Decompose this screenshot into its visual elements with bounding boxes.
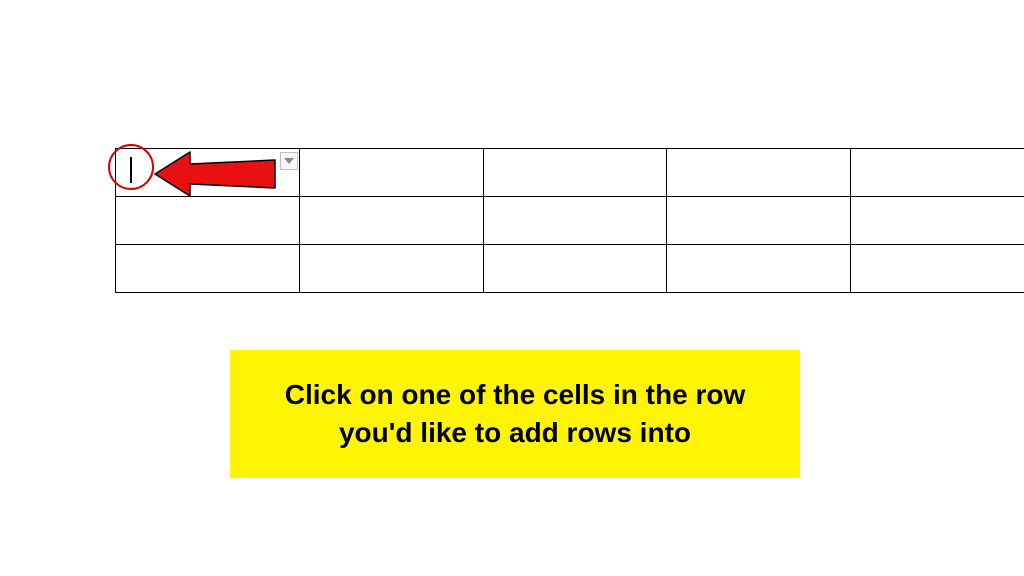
highlight-circle-annotation bbox=[108, 144, 154, 190]
instruction-callout: Click on one of the cells in the row you… bbox=[230, 350, 800, 478]
instruction-text: Click on one of the cells in the row you… bbox=[258, 376, 772, 452]
table-cell[interactable] bbox=[667, 197, 851, 245]
document-table bbox=[115, 148, 1024, 293]
table-row bbox=[116, 197, 1024, 245]
table-cell[interactable] bbox=[116, 245, 300, 293]
table-cell[interactable] bbox=[483, 197, 667, 245]
table-cell[interactable] bbox=[851, 197, 1024, 245]
table-cell[interactable] bbox=[667, 149, 851, 197]
table-cell[interactable] bbox=[667, 245, 851, 293]
table-row bbox=[116, 149, 1024, 197]
table-cell[interactable] bbox=[299, 245, 483, 293]
table-cell[interactable] bbox=[851, 245, 1024, 293]
table-cell[interactable] bbox=[483, 245, 667, 293]
table-cell[interactable] bbox=[299, 149, 483, 197]
chevron-down-icon bbox=[284, 157, 294, 165]
table-cell[interactable] bbox=[116, 197, 300, 245]
document-table-container bbox=[115, 148, 1024, 293]
table-cell[interactable] bbox=[483, 149, 667, 197]
cell-dropdown-indicator[interactable] bbox=[280, 152, 298, 170]
table-cell[interactable] bbox=[851, 149, 1024, 197]
table-row bbox=[116, 245, 1024, 293]
table-cell[interactable] bbox=[299, 197, 483, 245]
